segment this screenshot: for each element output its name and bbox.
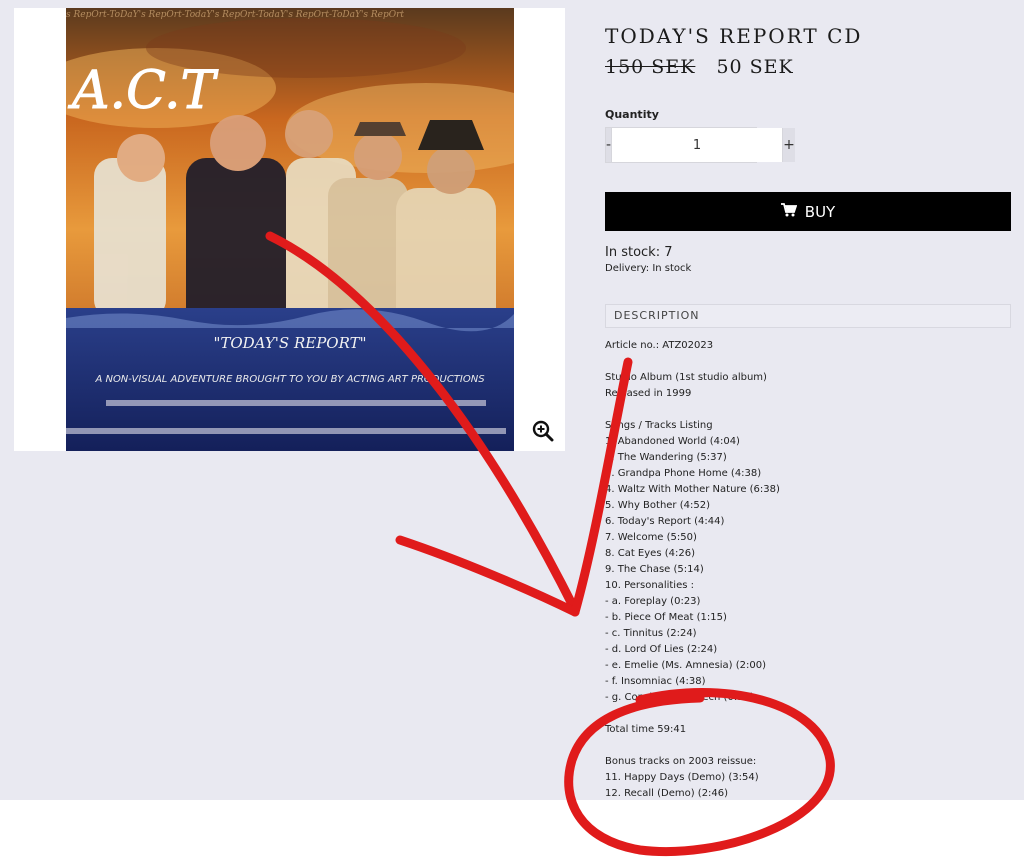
- bonus-track-item: 11. Happy Days (Demo) (3:54): [605, 772, 759, 783]
- tab-description[interactable]: DESCRIPTION: [605, 304, 1011, 328]
- quantity-stepper: - +: [605, 127, 795, 163]
- product-title: TODAY'S REPORT CD: [605, 24, 863, 48]
- stock-status: In stock: 7: [605, 245, 673, 260]
- release-year: Released in 1999: [605, 388, 692, 399]
- album-caption-line: A NON-VISUAL ADVENTURE BROUGHT TO YOU BY…: [94, 374, 485, 385]
- delivery-status: Delivery: In stock: [605, 263, 692, 274]
- original-price: 150 SEK: [605, 56, 696, 78]
- description-body: Article no.: ATZ02023 Studio Album (1st …: [605, 338, 1005, 802]
- track-item: 7. Welcome (5:50): [605, 532, 697, 543]
- bonus-track-item: 12. Recall (Demo) (2:46): [605, 788, 729, 799]
- track-item: - d. Lord Of Lies (2:24): [605, 644, 718, 655]
- track-listing-header: Songs / Tracks Listing: [605, 420, 713, 431]
- track-item: 9. The Chase (5:14): [605, 564, 704, 575]
- track-item: - c. Tinnitus (2:24): [605, 628, 697, 639]
- track-item: 10. Personalities :: [605, 580, 694, 591]
- track-item: - e. Emelie (Ms. Amnesia) (2:00): [605, 660, 767, 671]
- album-type: Studio Album (1st studio album): [605, 372, 767, 383]
- track-item: - b. Piece Of Meat (1:15): [605, 612, 727, 623]
- album-caption-title: "TODAY'S REPORT": [213, 334, 366, 352]
- track-item: 5. Why Bother (4:52): [605, 500, 710, 511]
- quantity-input[interactable]: [611, 128, 784, 162]
- track-item: - f. Insomniac (4:38): [605, 676, 706, 687]
- track-item: - a. Foreplay (0:23): [605, 596, 701, 607]
- sale-price: 50 SEK: [716, 56, 794, 78]
- cart-icon: [780, 202, 798, 221]
- article-number: Article no.: ATZ02023: [605, 340, 714, 351]
- bonus-tracks-header: Bonus tracks on 2003 reissue:: [605, 756, 757, 767]
- quantity-increase-button[interactable]: +: [783, 128, 795, 162]
- track-item: 3. Grandpa Phone Home (4:38): [605, 468, 762, 479]
- price-row: 150 SEK 50 SEK: [605, 56, 794, 78]
- zoom-icon[interactable]: [532, 420, 554, 442]
- quantity-label: Quantity: [605, 108, 659, 121]
- track-item: 4. Waltz With Mother Nature (6:38): [605, 484, 780, 495]
- track-item: - g. Concluding Speech (0:34): [605, 692, 754, 703]
- buy-button[interactable]: BUY: [605, 192, 1011, 231]
- album-cover-image[interactable]: s RepOrt-ToDaY's RepOrt-TodaY's RepOrt-T…: [66, 8, 514, 451]
- total-time: Total time 59:41: [605, 724, 687, 735]
- track-item: 1. Abandoned World (4:04): [605, 436, 740, 447]
- band-logo: A.C.T: [68, 61, 219, 121]
- buy-label: BUY: [804, 202, 836, 221]
- track-item: 6. Today's Report (4:44): [605, 516, 725, 527]
- track-item: 8. Cat Eyes (4:26): [605, 548, 695, 559]
- track-item: 2. The Wandering (5:37): [605, 452, 727, 463]
- album-top-strip-text: s RepOrt-ToDaY's RepOrt-TodaY's RepOrt-T…: [66, 10, 404, 20]
- product-image-card: s RepOrt-ToDaY's RepOrt-TodaY's RepOrt-T…: [14, 8, 565, 451]
